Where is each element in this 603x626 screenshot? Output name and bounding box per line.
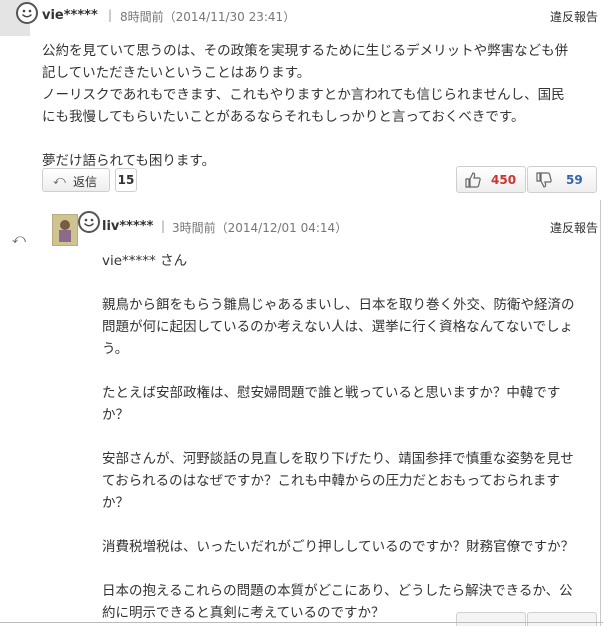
reply-line: 親鳥から餌をもらう雛鳥じゃあるまいし、日本を取り巻く外交、防衛や経済の	[102, 297, 575, 313]
username[interactable]: vie*****	[42, 8, 98, 23]
reply-button-label: 返信	[73, 175, 98, 189]
reply-line	[102, 272, 575, 294]
reply-line: 消費税増税は、いったいだれがごり押ししているのですか？財務官僚ですか？	[102, 539, 575, 555]
reply-line	[102, 514, 575, 536]
reply-line: か？	[102, 495, 129, 511]
comment-line: ノーリスクであれもできます、これもやりますとか言われても信じられませんし、国民	[42, 87, 565, 103]
reply-line	[102, 558, 575, 580]
reply-line: う。	[102, 341, 129, 357]
reply-timestamp: 3時間前（2014/12/01 04:14）	[172, 221, 348, 235]
reply-line: 日本の抱えるこれらの問題の本質がどこにあり、どうしたら解決できるか、公	[102, 583, 573, 599]
comment-line: にも我慢してもらいたいことがあるならそれもしっかりと言っておくべきです。	[42, 109, 525, 125]
reply-username[interactable]: liv*****	[102, 219, 153, 234]
reply-line	[102, 360, 575, 382]
reply-arrow-icon: ⤺	[12, 232, 26, 247]
reply-line: vie***** さん	[102, 253, 188, 269]
timestamp: 8時間前（2014/11/30 23:41）	[120, 10, 296, 24]
bottom-border	[0, 622, 603, 623]
thread-divider	[600, 200, 601, 626]
thumbs-up-icon	[465, 172, 481, 188]
avatar-reply[interactable]	[52, 214, 78, 246]
reply-line: 安部さんが、河野談話の見直しを取り下げたり、靖国参拝で慎重な姿勢を見せ	[102, 451, 574, 467]
comment-body: 公約を見ていて思うのは、その政策を実現するために生じるデメリットや弊害なども併 …	[42, 40, 568, 172]
reply-line: ておられるのはなぜですか？これも中韓からの圧力だとおもっておられます	[102, 473, 560, 489]
meta-separator: |	[108, 8, 113, 22]
dislike-count: 59	[566, 173, 583, 187]
reply-like-button[interactable]	[456, 612, 526, 626]
reply-line: たとえば安部政権は、慰安婦問題で誰と戦っていると思いますか？中韓です	[102, 385, 561, 401]
like-count: 450	[491, 173, 517, 187]
reply-button[interactable]: ⤺ 返信	[42, 168, 110, 192]
dislike-button[interactable]: 59	[527, 166, 597, 193]
comment-line: 公約を見ていて思うのは、その政策を実現するために生じるデメリットや弊害なども併	[42, 43, 569, 59]
comment-line: 記していただきたいということはあります。	[42, 65, 311, 81]
reply-line: 問題が何に起因しているのか考えない人は、選挙に行く資格なんてないでしょ	[102, 319, 574, 335]
reply-line	[102, 426, 575, 448]
reply-report-link[interactable]: 違反報告	[550, 219, 598, 236]
reply-count[interactable]: 15	[115, 168, 137, 192]
meta-separator: |	[161, 219, 166, 233]
reply-dislike-button[interactable]	[527, 612, 597, 626]
reply-line: か？	[102, 407, 129, 423]
like-button[interactable]: 450	[456, 166, 526, 193]
report-link[interactable]: 違反報告	[550, 8, 598, 25]
smiley-icon	[78, 211, 100, 233]
thumbs-down-icon	[536, 172, 552, 188]
reply-body: vie***** さん 親鳥から餌をもらう雛鳥じゃあるまいし、日本を取り巻く外交…	[102, 250, 575, 624]
smiley-icon	[16, 2, 38, 24]
reply-arrow-icon: ⤺	[53, 173, 66, 187]
comment-line	[42, 128, 568, 150]
